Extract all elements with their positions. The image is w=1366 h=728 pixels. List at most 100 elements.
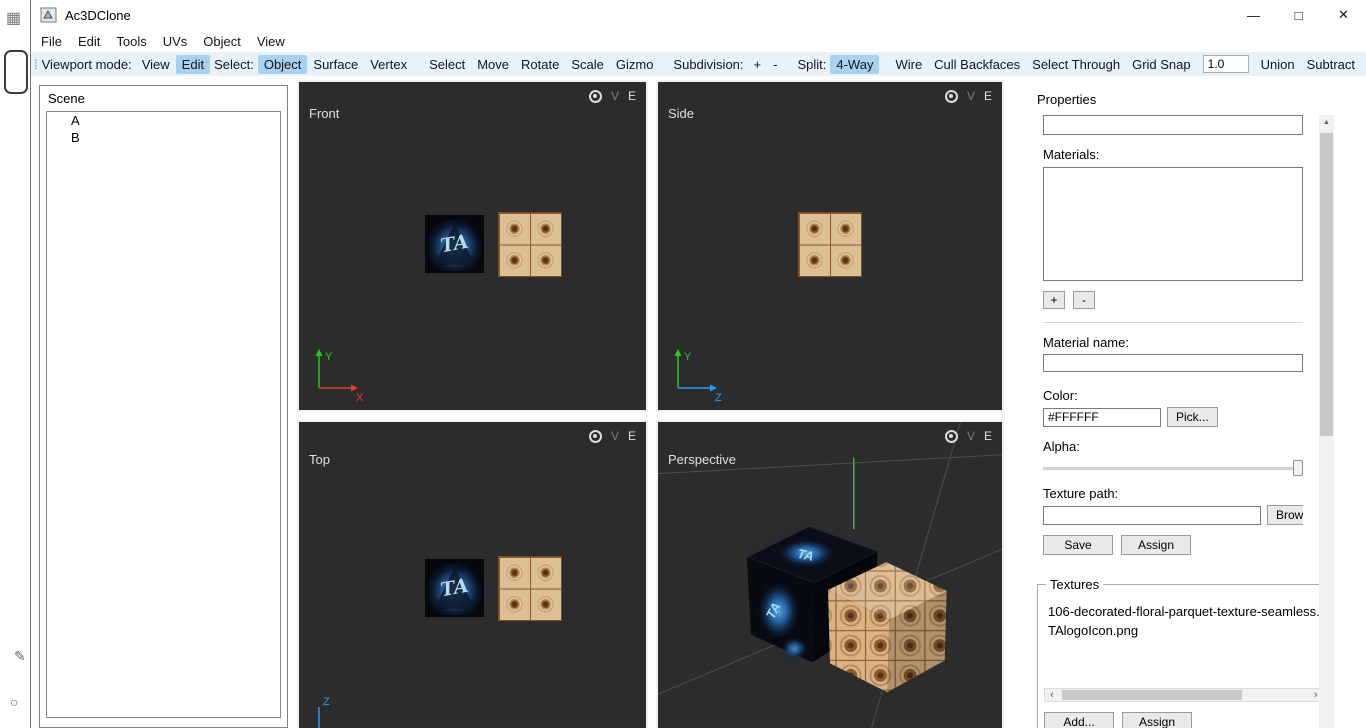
grid-icon[interactable]: ▦ bbox=[6, 8, 21, 28]
materials-label: Materials: bbox=[1043, 147, 1100, 162]
object-name-input[interactable] bbox=[1043, 115, 1303, 135]
viewport-maximize-icon[interactable] bbox=[588, 429, 602, 443]
viewport-edit-toggle[interactable]: E bbox=[628, 89, 636, 103]
select-object-button[interactable]: Object bbox=[257, 54, 308, 74]
color-pick-button[interactable]: Pick... bbox=[1167, 407, 1218, 427]
close-button[interactable]: ✕ bbox=[1321, 0, 1366, 30]
properties-scrollbar[interactable]: ▲ bbox=[1319, 115, 1334, 728]
ta-cube-object[interactable]: TA bbox=[425, 215, 484, 273]
viewport-side[interactable]: Side V E Y Z bbox=[656, 80, 1004, 412]
menu-view[interactable]: View bbox=[249, 32, 293, 51]
texture-item[interactable]: 106-decorated-floral-parquet-texture-sea… bbox=[1044, 602, 1324, 621]
floral-cube-object[interactable] bbox=[498, 212, 562, 277]
viewport-top[interactable]: Top V E TA Z bbox=[297, 420, 648, 728]
texture-item[interactable]: TAlogoIcon.png bbox=[1044, 621, 1324, 640]
textures-title: Textures bbox=[1050, 577, 1100, 592]
viewport-header-icons: V E bbox=[588, 429, 636, 443]
viewport-front[interactable]: Front V E TA Y X bbox=[297, 80, 648, 412]
vscroll-thumb[interactable] bbox=[1320, 133, 1333, 436]
pen-icon[interactable]: ✎ bbox=[14, 648, 26, 665]
scene-tree[interactable]: A B bbox=[46, 111, 281, 718]
viewport-mode-edit-button[interactable]: Edit bbox=[175, 54, 211, 74]
viewport-mode-view-button[interactable]: View bbox=[136, 55, 176, 74]
minimize-button[interactable]: — bbox=[1231, 0, 1276, 30]
circle-icon[interactable]: ○ bbox=[10, 694, 18, 710]
union-button[interactable]: Union bbox=[1255, 55, 1301, 74]
viewport-maximize-icon[interactable] bbox=[944, 429, 958, 443]
browse-button[interactable]: Browse... bbox=[1267, 505, 1303, 525]
viewport-label: Top bbox=[309, 452, 330, 467]
assign-material-button[interactable]: Assign bbox=[1121, 535, 1191, 555]
tool-box-button[interactable] bbox=[4, 50, 28, 94]
ta-cube-object[interactable]: TA bbox=[425, 559, 484, 617]
scene-tree-item-b[interactable]: B bbox=[47, 129, 280, 146]
viewport-edit-toggle[interactable]: E bbox=[984, 89, 992, 103]
tool-gizmo-button[interactable]: Gizmo bbox=[610, 55, 660, 74]
intersect-button[interactable]: Intersect bbox=[1361, 55, 1366, 74]
tool-rotate-button[interactable]: Rotate bbox=[515, 55, 565, 74]
cull-backfaces-button[interactable]: Cull Backfaces bbox=[928, 55, 1026, 74]
perspective-canvas[interactable]: TA TA bbox=[658, 422, 1002, 728]
menu-edit[interactable]: Edit bbox=[70, 32, 108, 51]
menu-uvs[interactable]: UVs bbox=[155, 32, 196, 51]
floral-cube-object[interactable] bbox=[498, 556, 562, 621]
toolbar: ⁞ Viewport mode: View Edit Select: Objec… bbox=[31, 52, 1366, 76]
hscroll-thumb[interactable] bbox=[1062, 690, 1242, 700]
toolbar-grip-icon[interactable]: ⁞ bbox=[34, 57, 37, 72]
subdivision-minus-button[interactable]: - bbox=[767, 55, 783, 74]
tool-move-button[interactable]: Move bbox=[471, 55, 515, 74]
texture-assign-button[interactable]: Assign bbox=[1122, 712, 1192, 728]
split-4way-button[interactable]: 4-Way bbox=[830, 54, 880, 74]
tool-scale-button[interactable]: Scale bbox=[565, 55, 610, 74]
wire-button[interactable]: Wire bbox=[889, 55, 928, 74]
viewport-edit-toggle[interactable]: E bbox=[628, 429, 636, 443]
grid-snap-input[interactable] bbox=[1202, 55, 1249, 73]
select-vertex-button[interactable]: Vertex bbox=[364, 55, 413, 74]
texture-add-button[interactable]: Add... bbox=[1044, 712, 1114, 728]
maximize-button[interactable]: □ bbox=[1276, 0, 1321, 30]
texture-path-input[interactable] bbox=[1043, 505, 1261, 525]
material-remove-button[interactable]: - bbox=[1073, 291, 1095, 309]
svg-text:Z: Z bbox=[715, 392, 722, 404]
select-through-button[interactable]: Select Through bbox=[1026, 55, 1126, 74]
save-button[interactable]: Save bbox=[1043, 535, 1113, 555]
viewport-label: Perspective bbox=[668, 452, 736, 467]
menubar: File Edit Tools UVs Object View bbox=[31, 30, 1366, 52]
viewport-maximize-icon[interactable] bbox=[588, 89, 602, 103]
viewport-view-toggle[interactable]: V bbox=[967, 89, 975, 103]
menu-file[interactable]: File bbox=[33, 32, 70, 51]
floral-cube-3d[interactable] bbox=[828, 562, 947, 693]
svg-text:Y: Y bbox=[325, 351, 333, 363]
textures-group: Textures 106-decorated-floral-parquet-te… bbox=[1037, 577, 1331, 728]
scene-tree-item-a[interactable]: A bbox=[47, 112, 280, 129]
subtract-button[interactable]: Subtract bbox=[1301, 55, 1361, 74]
viewport-perspective[interactable]: Perspective V E TA TA bbox=[656, 420, 1004, 728]
material-add-button[interactable]: + bbox=[1043, 291, 1065, 309]
viewport-view-toggle[interactable]: V bbox=[611, 429, 619, 443]
viewport-view-toggle[interactable]: V bbox=[967, 429, 975, 443]
material-name-input[interactable] bbox=[1043, 354, 1303, 372]
tool-select-button[interactable]: Select bbox=[423, 55, 471, 74]
grid-snap-button[interactable]: Grid Snap bbox=[1126, 55, 1197, 74]
alpha-slider[interactable] bbox=[1043, 460, 1303, 476]
subdivision-plus-button[interactable]: + bbox=[748, 55, 768, 74]
scroll-up-icon[interactable]: ▲ bbox=[1319, 115, 1334, 130]
viewport-maximize-icon[interactable] bbox=[944, 89, 958, 103]
alpha-slider-track bbox=[1043, 467, 1303, 470]
floral-cube-object[interactable] bbox=[798, 212, 862, 277]
menu-tools[interactable]: Tools bbox=[108, 32, 154, 51]
color-input[interactable] bbox=[1043, 407, 1161, 427]
scroll-left-icon[interactable]: ‹ bbox=[1045, 689, 1059, 701]
textures-listbox[interactable]: 106-decorated-floral-parquet-texture-sea… bbox=[1044, 594, 1324, 688]
axis-gizmo: Y Z bbox=[674, 349, 722, 404]
titlebar: Ac3DClone — □ ✕ bbox=[31, 0, 1366, 30]
viewport-label: Front bbox=[309, 106, 340, 121]
alpha-slider-handle[interactable] bbox=[1293, 460, 1303, 476]
textures-hscrollbar[interactable]: ‹ › bbox=[1044, 688, 1324, 702]
materials-listbox[interactable] bbox=[1043, 167, 1303, 281]
viewport-edit-toggle[interactable]: E bbox=[984, 429, 992, 443]
menu-object[interactable]: Object bbox=[195, 32, 249, 51]
svg-text:Y: Y bbox=[684, 351, 692, 363]
viewport-view-toggle[interactable]: V bbox=[611, 89, 619, 103]
select-surface-button[interactable]: Surface bbox=[307, 55, 364, 74]
